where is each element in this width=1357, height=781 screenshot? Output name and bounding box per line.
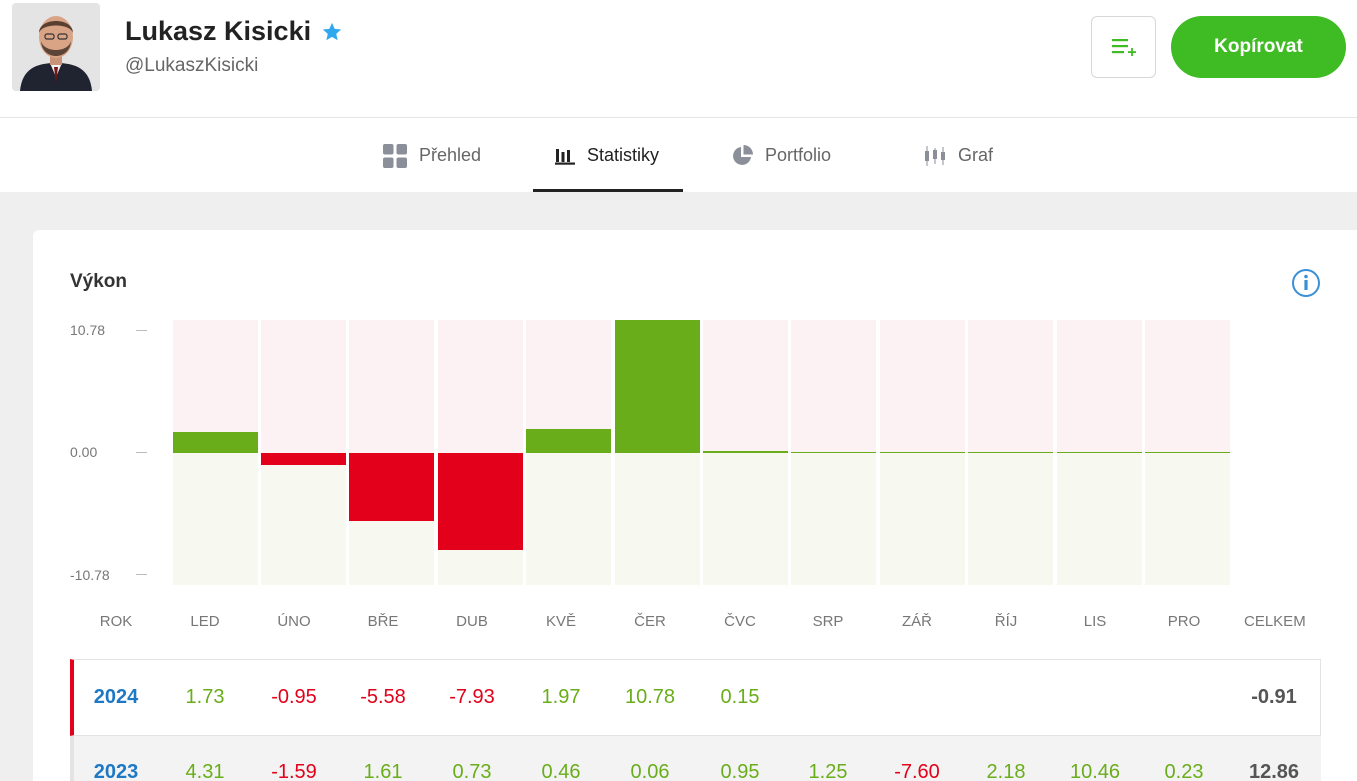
chart-column-background bbox=[968, 320, 1053, 453]
year-total: -0.91 bbox=[1251, 686, 1297, 708]
watchlist-add-icon bbox=[1111, 39, 1136, 56]
chart-column-background bbox=[703, 320, 788, 453]
profile-name: Lukasz Kisicki bbox=[125, 16, 343, 47]
chart-column-background bbox=[1057, 320, 1142, 453]
chart-column-background bbox=[438, 320, 523, 453]
chart-bar-kvě[interactable] bbox=[526, 428, 611, 453]
tab-portfolio-label: Portfolio bbox=[765, 145, 832, 165]
column-header: ZÁŘ bbox=[902, 613, 932, 630]
tab-portfolio[interactable]: Portfolio bbox=[731, 118, 831, 193]
chart-column-background bbox=[1145, 453, 1230, 585]
year-link[interactable]: 2024 bbox=[76, 686, 156, 709]
chart-bar-čvc[interactable] bbox=[703, 451, 788, 453]
month-value: 1.25 bbox=[808, 761, 848, 781]
column-header: ÚNO bbox=[277, 613, 311, 630]
column-header: ČVC bbox=[724, 613, 756, 630]
tab-overview-label: Přehled bbox=[419, 145, 482, 165]
column-header: ŘÍJ bbox=[994, 613, 1018, 630]
chart-column-background bbox=[880, 453, 965, 585]
chart-bar-bře[interactable] bbox=[349, 453, 434, 522]
tab-statistics[interactable]: Statistiky bbox=[555, 118, 659, 193]
tab-overview[interactable]: Přehled bbox=[383, 118, 481, 193]
year-total: 12.86 bbox=[1248, 761, 1300, 781]
chart-column-background bbox=[791, 453, 876, 585]
chart-column-background bbox=[615, 453, 700, 585]
month-value: 1.97 bbox=[541, 686, 581, 708]
column-header: KVĚ bbox=[545, 613, 576, 630]
info-icon[interactable] bbox=[1291, 268, 1321, 298]
column-header: SRP bbox=[812, 613, 844, 630]
chart-bar-zář[interactable] bbox=[880, 452, 965, 453]
month-value: 0.06 bbox=[630, 761, 670, 781]
chart-bar-říj[interactable] bbox=[968, 452, 1053, 453]
y-tick-label-min: -10.78 bbox=[70, 567, 110, 583]
y-tick-label-max: 10.78 bbox=[70, 322, 106, 338]
y-tick-mark bbox=[136, 574, 147, 575]
chart-bar-úno[interactable] bbox=[261, 453, 346, 465]
month-value: -1.59 bbox=[271, 761, 317, 781]
chart-column-background bbox=[526, 453, 611, 585]
month-value: 0.46 bbox=[541, 761, 581, 781]
avatar[interactable] bbox=[12, 3, 100, 91]
chart-column-background bbox=[261, 453, 346, 585]
chart-bar-led[interactable] bbox=[173, 431, 258, 453]
chart-column-background bbox=[791, 320, 876, 453]
copy-button[interactable]: Kopírovat bbox=[1171, 16, 1346, 78]
month-value: -5.58 bbox=[360, 686, 406, 708]
year-link[interactable]: 2023 bbox=[76, 761, 156, 781]
chart-column-background bbox=[1057, 453, 1142, 585]
column-header: BŘE bbox=[367, 613, 399, 630]
column-header: ROK bbox=[99, 613, 133, 630]
profile-header: Lukasz Kisicki @LukaszKisicki Kopírovat bbox=[0, 0, 1357, 117]
chart-column-background bbox=[349, 320, 434, 453]
tab-bar: Přehled Statistiky Portfolio Graf bbox=[0, 117, 1357, 192]
chart-bar-lis[interactable] bbox=[1057, 452, 1142, 453]
profile-handle: @LukaszKisicki bbox=[125, 55, 259, 76]
candlestick-icon bbox=[925, 145, 945, 166]
month-value: -0.95 bbox=[271, 686, 317, 708]
tab-chart-label: Graf bbox=[958, 145, 994, 165]
column-header: DUB bbox=[456, 613, 488, 630]
column-header: LED bbox=[190, 613, 220, 630]
month-value: 0.23 bbox=[1164, 761, 1204, 781]
chart-bar-dub[interactable] bbox=[438, 453, 523, 551]
column-header: LIS bbox=[1083, 613, 1107, 630]
bar-chart-icon bbox=[555, 148, 575, 165]
month-value: 0.73 bbox=[452, 761, 492, 781]
y-tick-mark bbox=[136, 452, 147, 453]
pie-chart-icon bbox=[733, 144, 753, 165]
month-value: 4.31 bbox=[185, 761, 225, 781]
column-header: CELKEM bbox=[1244, 613, 1306, 630]
month-value: -7.93 bbox=[449, 686, 495, 708]
chart-column-background bbox=[968, 453, 1053, 585]
month-value: 1.61 bbox=[363, 761, 403, 781]
chart-column-background bbox=[703, 453, 788, 585]
watchlist-add-button[interactable] bbox=[1091, 16, 1156, 78]
tab-statistics-label: Statistiky bbox=[587, 145, 660, 165]
month-value: 10.46 bbox=[1069, 761, 1121, 781]
month-value: 10.78 bbox=[624, 686, 676, 708]
month-value: 2.18 bbox=[986, 761, 1026, 781]
column-header: ČER bbox=[634, 613, 666, 630]
grid-icon bbox=[383, 143, 407, 168]
chart-bar-čer[interactable] bbox=[615, 320, 700, 453]
chart-bar-pro[interactable] bbox=[1145, 452, 1230, 453]
month-value: -7.60 bbox=[894, 761, 940, 781]
chart-bar-srp[interactable] bbox=[791, 452, 876, 453]
month-value: 1.73 bbox=[185, 686, 225, 708]
active-tab-indicator bbox=[533, 189, 683, 192]
chart-column-background bbox=[173, 453, 258, 585]
y-tick-mark bbox=[136, 330, 147, 331]
profile-name-text: Lukasz Kisicki bbox=[125, 16, 312, 46]
column-header: PRO bbox=[1167, 613, 1201, 630]
tab-chart[interactable]: Graf bbox=[924, 118, 993, 193]
y-tick-label-zero: 0.00 bbox=[70, 444, 98, 460]
star-icon bbox=[322, 22, 342, 40]
month-value: 0.95 bbox=[720, 761, 760, 781]
chart-column-background bbox=[1145, 320, 1230, 453]
month-value: 0.15 bbox=[720, 686, 760, 708]
chart-column-background bbox=[261, 320, 346, 453]
performance-title: Výkon bbox=[70, 271, 128, 292]
chart-column-background bbox=[880, 320, 965, 453]
